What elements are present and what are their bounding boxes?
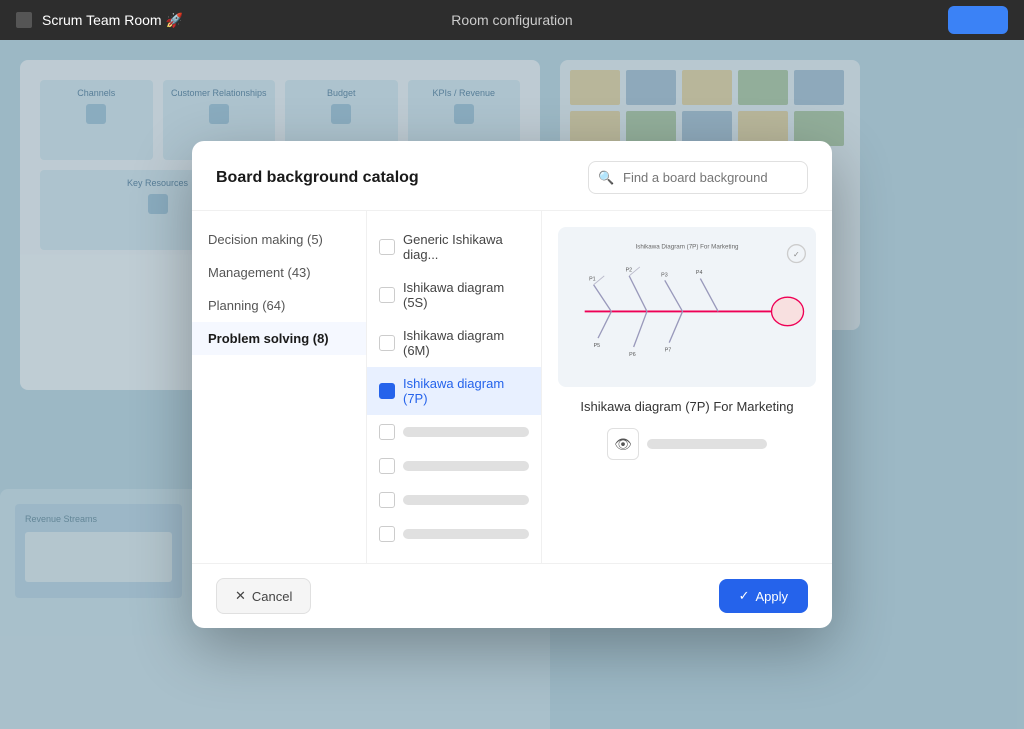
apply-label: Apply	[755, 589, 788, 604]
svg-text:P6: P6	[629, 352, 636, 358]
template-label: Ishikawa diagram (7P)	[403, 376, 529, 406]
titlebar: Scrum Team Room 🚀 Room configuration	[0, 0, 1024, 40]
template-item-placeholder-1[interactable]	[367, 415, 541, 449]
category-item-decision-making[interactable]: Decision making (5)	[192, 223, 366, 256]
svg-text:P5: P5	[594, 343, 601, 349]
template-item-generic-ishikawa[interactable]: Generic Ishikawa diag...	[367, 223, 541, 271]
search-input[interactable]	[588, 161, 808, 194]
search-icon: 🔍	[598, 170, 614, 186]
preview-view-button[interactable]: 👁	[607, 428, 639, 460]
template-item-placeholder-2[interactable]	[367, 449, 541, 483]
apply-button[interactable]: ✓ Apply	[719, 579, 808, 613]
template-label-placeholder	[403, 461, 529, 471]
template-label-placeholder	[403, 529, 529, 539]
svg-text:P1: P1	[589, 276, 596, 282]
template-item-ishikawa-7p[interactable]: Ishikawa diagram (7P)	[367, 367, 541, 415]
dialog-footer: ✕ Cancel ✓ Apply	[192, 563, 832, 628]
app-icon	[16, 12, 32, 28]
preview-panel: Ishikawa Diagram (7P) For Marketing	[542, 211, 832, 563]
template-label: Generic Ishikawa diag...	[403, 232, 529, 262]
page-title: Room configuration	[451, 12, 572, 28]
template-checkbox-7p[interactable]	[379, 383, 395, 399]
board-background-catalog-dialog: Board background catalog 🔍 Decision maki…	[192, 141, 832, 628]
template-item-ishikawa-6m[interactable]: Ishikawa diagram (6M)	[367, 319, 541, 367]
template-checkbox-5s[interactable]	[379, 287, 395, 303]
template-item-placeholder-4[interactable]	[367, 517, 541, 551]
cancel-x-icon: ✕	[235, 588, 246, 604]
template-item-ishikawa-5s[interactable]: Ishikawa diagram (5S)	[367, 271, 541, 319]
template-checkbox-6m[interactable]	[379, 335, 395, 351]
apply-check-icon: ✓	[739, 588, 750, 604]
dialog-title: Board background catalog	[216, 169, 419, 187]
category-item-problem-solving[interactable]: Problem solving (8)	[192, 322, 366, 355]
dialog-header: Board background catalog 🔍	[192, 141, 832, 211]
search-container: 🔍	[588, 161, 808, 194]
cancel-label: Cancel	[252, 589, 292, 604]
template-checkbox-p4[interactable]	[379, 526, 395, 542]
category-item-management[interactable]: Management (43)	[192, 256, 366, 289]
template-label-placeholder	[403, 427, 529, 437]
svg-text:P7: P7	[665, 347, 672, 353]
dialog-overlay: Board background catalog 🔍 Decision maki…	[0, 40, 1024, 729]
template-checkbox-p2[interactable]	[379, 458, 395, 474]
categories-panel: Decision making (5) Management (43) Plan…	[192, 211, 367, 563]
cancel-button[interactable]: ✕ Cancel	[216, 578, 311, 614]
category-item-planning[interactable]: Planning (64)	[192, 289, 366, 322]
preview-svg: Ishikawa Diagram (7P) For Marketing	[558, 227, 816, 387]
preview-image: Ishikawa Diagram (7P) For Marketing	[558, 227, 816, 387]
dialog-body: Decision making (5) Management (43) Plan…	[192, 211, 832, 563]
svg-text:Ishikawa Diagram (7P) For Mark: Ishikawa Diagram (7P) For Marketing	[636, 243, 740, 250]
template-list-panel: Generic Ishikawa diag... Ishikawa diagra…	[367, 211, 542, 563]
preview-placeholder-bar	[647, 439, 767, 449]
titlebar-action-button[interactable]	[948, 6, 1008, 34]
template-checkbox-p3[interactable]	[379, 492, 395, 508]
preview-title: Ishikawa diagram (7P) For Marketing	[580, 399, 793, 414]
svg-text:P3: P3	[661, 273, 668, 279]
svg-text:✓: ✓	[793, 250, 800, 259]
template-checkbox-generic[interactable]	[379, 239, 395, 255]
template-label-placeholder	[403, 495, 529, 505]
template-item-placeholder-3[interactable]	[367, 483, 541, 517]
preview-actions: 👁	[607, 428, 767, 460]
template-label: Ishikawa diagram (5S)	[403, 280, 529, 310]
app-title: Scrum Team Room 🚀	[42, 12, 183, 29]
template-label: Ishikawa diagram (6M)	[403, 328, 529, 358]
svg-text:P4: P4	[696, 270, 703, 276]
svg-text:P2: P2	[626, 267, 633, 273]
template-checkbox-p1[interactable]	[379, 424, 395, 440]
